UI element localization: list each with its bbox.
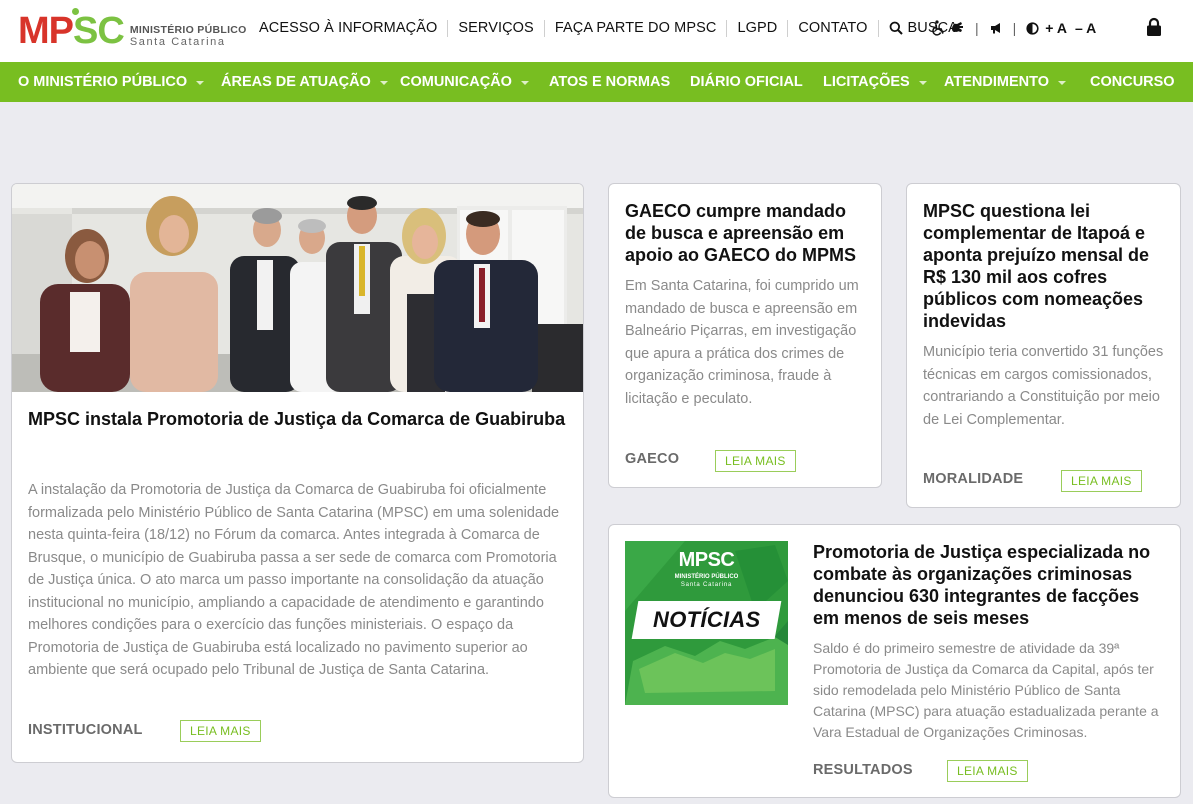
sign-language-icon[interactable] — [949, 20, 965, 36]
news-category[interactable]: INSTITUCIONAL — [28, 722, 143, 738]
news-title[interactable]: Promotoria de Justiça especializada no c… — [813, 541, 1169, 629]
nav-divider — [787, 19, 789, 37]
nav-lgpd[interactable]: LGPD — [737, 20, 777, 36]
lock-icon[interactable] — [1145, 17, 1163, 37]
menu-concurso[interactable]: CONCURSO — [1090, 62, 1175, 102]
menu-atendimento[interactable]: ATENDIMENTO — [944, 62, 1066, 102]
chevron-down-icon — [918, 81, 927, 85]
news-thumbnail[interactable]: MPSC MINISTÉRIO PÚBLICO Santa Catarina N… — [625, 541, 788, 705]
nav-servicos[interactable]: SERVIÇOS — [458, 20, 533, 36]
nav-acesso-informacao[interactable]: ACESSO À INFORMAÇÃO — [259, 20, 437, 36]
news-excerpt: Em Santa Catarina, foi cumprido um manda… — [625, 278, 859, 407]
group-photo-image — [12, 184, 583, 392]
menu-label: O MINISTÉRIO PÚBLICO — [18, 74, 188, 90]
font-decrease-button[interactable]: – A — [1075, 20, 1096, 36]
news-card-main[interactable]: MPSC instala Promotoria de Justiça da Co… — [11, 183, 584, 763]
nav-divider — [877, 19, 879, 37]
logo-dot — [72, 8, 79, 15]
logo-mark: MPSC — [18, 8, 125, 52]
news-category[interactable]: GAECO — [625, 451, 679, 467]
news-title[interactable]: MPSC questiona lei complementar de Itapo… — [923, 200, 1171, 332]
menu-ministerio-publico[interactable]: O MINISTÉRIO PÚBLICO — [18, 62, 205, 102]
nav-divider — [543, 19, 545, 37]
news-card-faccoes[interactable]: MPSC MINISTÉRIO PÚBLICO Santa Catarina N… — [608, 524, 1181, 798]
search-icon — [889, 21, 903, 35]
tools-divider: | — [1012, 20, 1017, 36]
menu-label: COMUNICAÇÃO — [400, 74, 512, 90]
read-more-button[interactable]: LEIA MAIS — [180, 720, 261, 742]
tools-divider: | — [975, 20, 979, 36]
mpsc-logo[interactable]: MPSC MINISTÉRIO PÚBLICO Santa Catarina — [18, 8, 247, 54]
chevron-down-icon — [1058, 81, 1066, 85]
chevron-down-icon — [196, 81, 205, 85]
menu-comunicacao[interactable]: COMUNICAÇÃO — [400, 62, 529, 102]
wheelchair-icon[interactable] — [932, 20, 946, 36]
menu-areas-atuacao[interactable]: ÁREAS DE ATUAÇÃO — [221, 62, 388, 102]
menu-label: ÁREAS DE ATUAÇÃO — [221, 74, 371, 90]
news-card-gaeco[interactable]: GAECO cumpre mandado de busca e apreensã… — [608, 183, 882, 488]
megaphone-icon[interactable] — [989, 21, 1003, 35]
read-more-button[interactable]: LEIA MAIS — [715, 450, 796, 472]
thumbnail-logo-line-1: MINISTÉRIO PÚBLICO — [674, 574, 739, 580]
news-title[interactable]: GAECO cumpre mandado de busca e apreensã… — [625, 200, 869, 266]
menu-diario-oficial[interactable]: DIÁRIO OFICIAL — [690, 62, 803, 102]
logo-line-1: MINISTÉRIO PÚBLICO — [129, 24, 247, 36]
nav-divider — [447, 19, 449, 37]
read-more-button[interactable]: LEIA MAIS — [1061, 470, 1142, 492]
news-title[interactable]: MPSC instala Promotoria de Justiça da Co… — [28, 408, 568, 430]
news-excerpt: A instalação da Promotoria de Justiça da… — [28, 482, 560, 678]
menu-label: CONCURSO — [1090, 74, 1175, 90]
logo-line-2: Santa Catarina — [129, 36, 226, 48]
thumbnail-logo: MPSC — [678, 549, 735, 571]
nav-faca-parte[interactable]: FAÇA PARTE DO MPSC — [555, 20, 717, 36]
chevron-down-icon — [379, 81, 388, 85]
utility-nav: ACESSO À INFORMAÇÃO SERVIÇOS FAÇA PARTE … — [259, 18, 958, 38]
read-more-button[interactable]: LEIA MAIS — [947, 760, 1028, 782]
menu-label: DIÁRIO OFICIAL — [690, 74, 803, 90]
menu-label: ATOS E NORMAS — [549, 74, 671, 90]
menu-atos-normas[interactable]: ATOS E NORMAS — [549, 62, 670, 102]
news-excerpt: Município teria convertido 31 funções té… — [923, 344, 1164, 428]
news-excerpt: Saldo é do primeiro semestre de atividad… — [813, 640, 1159, 740]
news-card-itapoa[interactable]: MPSC questiona lei complementar de Itapo… — [906, 183, 1181, 508]
nav-contato[interactable]: CONTATO — [798, 20, 867, 36]
news-photo[interactable] — [12, 184, 583, 392]
main-nav: O MINISTÉRIO PÚBLICO ÁREAS DE ATUAÇÃO CO… — [0, 62, 1193, 102]
thumbnail-logo-line-2: Santa Catarina — [680, 582, 733, 588]
contrast-icon[interactable] — [1026, 21, 1039, 35]
chevron-down-icon — [520, 81, 529, 85]
menu-label: LICITAÇÕES — [823, 74, 910, 90]
thumbnail-title: NOTÍCIAS — [652, 607, 761, 632]
news-category[interactable]: RESULTADOS — [813, 762, 913, 778]
menu-label: ATENDIMENTO — [944, 74, 1049, 90]
thumbnail-title-box: NOTÍCIAS — [631, 601, 782, 639]
news-category[interactable]: MORALIDADE — [923, 471, 1023, 487]
top-header: MPSC MINISTÉRIO PÚBLICO Santa Catarina A… — [0, 0, 1193, 62]
logo-text: MINISTÉRIO PÚBLICO Santa Catarina — [130, 14, 247, 48]
menu-licitacoes[interactable]: LICITAÇÕES — [823, 62, 927, 102]
font-increase-button[interactable]: + A — [1045, 20, 1067, 36]
nav-divider — [726, 19, 728, 37]
accessibility-tools: | | + A – A — [932, 17, 1096, 39]
